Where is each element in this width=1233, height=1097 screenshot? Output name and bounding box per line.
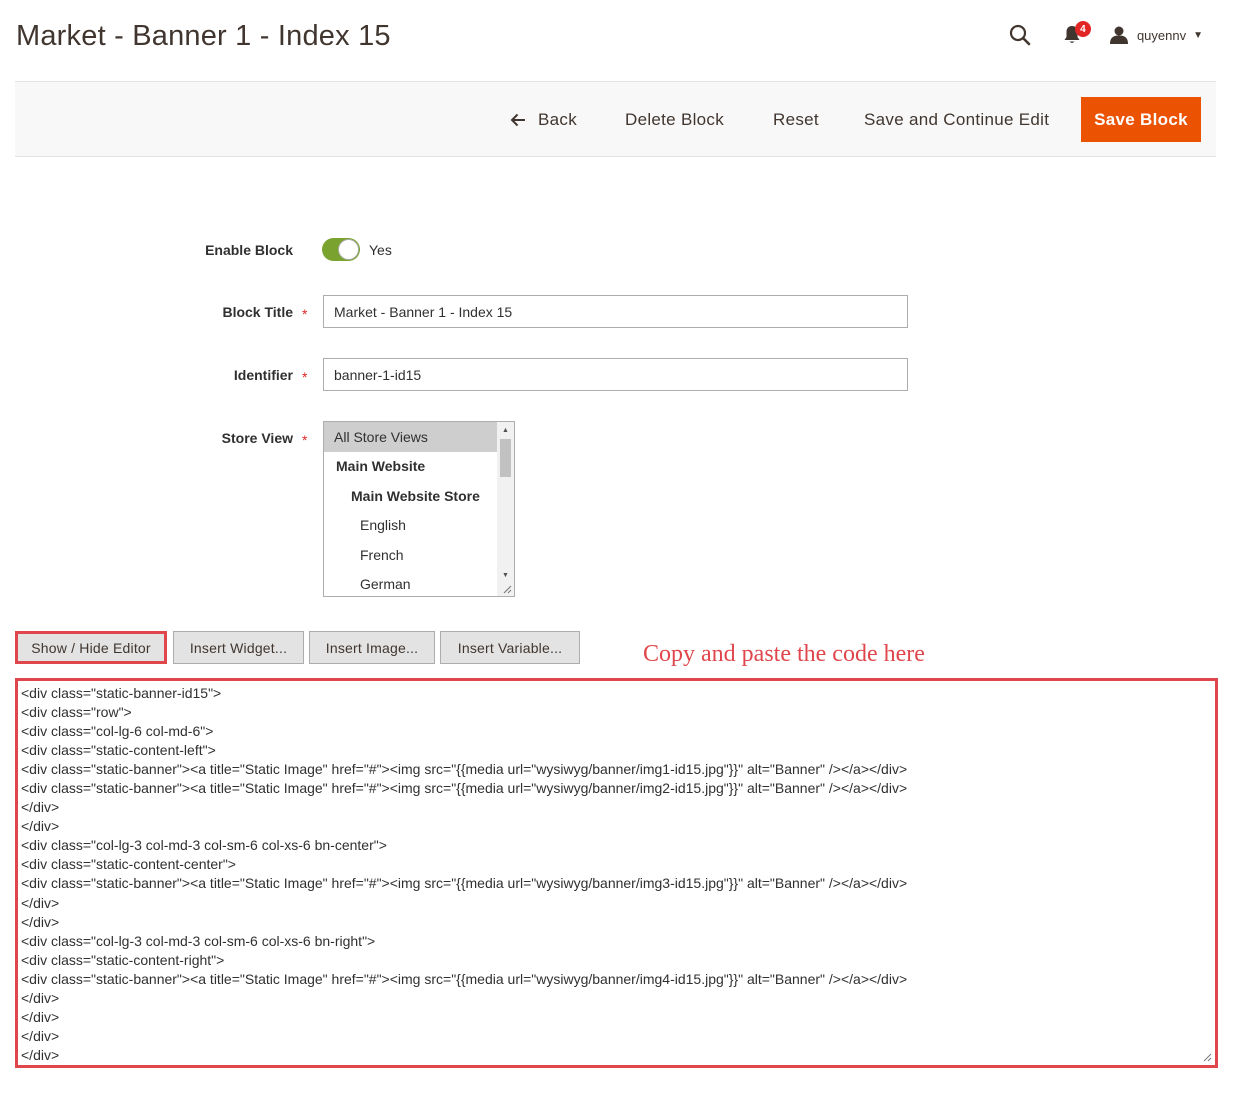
user-account-menu[interactable]: quyennv ▼: [1109, 26, 1203, 44]
store-view-option[interactable]: German: [324, 570, 498, 597]
scroll-up-icon[interactable]: ▲: [497, 422, 514, 438]
store-view-scrollbar[interactable]: ▲ ▼: [497, 422, 514, 596]
user-icon: [1109, 26, 1129, 44]
show-hide-editor-button[interactable]: Show / Hide Editor: [15, 631, 167, 664]
scroll-down-icon[interactable]: ▼: [497, 567, 514, 583]
search-icon[interactable]: [1003, 18, 1037, 52]
content-editor-code[interactable]: <div class="static-banner-id15"> <div cl…: [21, 684, 1215, 1065]
store-view-option[interactable]: All Store Views: [324, 422, 498, 452]
content-editor-textarea[interactable]: <div class="static-banner-id15"> <div cl…: [15, 678, 1218, 1068]
toggle-knob: [338, 239, 359, 260]
store-view-label: Store View: [221, 430, 293, 446]
annotation-note: Copy and paste the code here: [643, 641, 925, 667]
resize-handle-icon[interactable]: [1202, 1052, 1212, 1062]
enable-block-value: Yes: [369, 242, 392, 258]
arrow-left-icon: [510, 113, 526, 127]
required-asterisk-icon: *: [302, 432, 308, 448]
back-button-label: Back: [538, 110, 577, 129]
username: quyennv: [1136, 27, 1187, 43]
insert-widget-button[interactable]: Insert Widget...: [173, 631, 304, 664]
enable-block-toggle[interactable]: [322, 238, 360, 261]
required-asterisk-icon: *: [302, 369, 308, 385]
store-view-option[interactable]: French: [324, 540, 498, 570]
page-title: Market - Banner 1 - Index 15: [16, 20, 391, 52]
scrollbar-thumb[interactable]: [500, 439, 511, 477]
page-actions-bar: Back Delete Block Reset Save and Continu…: [15, 81, 1216, 157]
back-button[interactable]: Back: [510, 82, 577, 158]
resize-handle-icon[interactable]: [502, 584, 512, 594]
reset-button[interactable]: Reset: [773, 82, 819, 158]
insert-variable-button[interactable]: Insert Variable...: [440, 631, 580, 664]
save-block-button[interactable]: Save Block: [1081, 97, 1201, 142]
store-view-options: All Store Views Main Website Main Website …: [324, 422, 498, 597]
store-view-option[interactable]: English: [324, 511, 498, 541]
block-title-input[interactable]: [323, 295, 908, 328]
block-title-label: Block Title: [222, 304, 293, 320]
store-view-multiselect[interactable]: All Store Views Main Website Main Website …: [323, 421, 515, 597]
identifier-input[interactable]: [323, 358, 908, 391]
identifier-label: Identifier: [233, 367, 293, 383]
insert-image-button[interactable]: Insert Image...: [309, 631, 435, 664]
store-view-option[interactable]: Main Website Store: [324, 481, 498, 511]
required-asterisk-icon: *: [302, 306, 308, 322]
chevron-down-icon: ▼: [1193, 29, 1203, 41]
delete-block-button[interactable]: Delete Block: [625, 82, 724, 158]
save-and-continue-button[interactable]: Save and Continue Edit: [864, 82, 1049, 158]
notification-count-badge: 4: [1074, 21, 1091, 37]
store-view-option[interactable]: Main Website: [324, 452, 498, 482]
notifications-bell-icon[interactable]: 4: [1055, 18, 1091, 52]
header-actions: 4 quyennv ▼: [1003, 18, 1203, 52]
enable-block-label: Enable Block: [205, 242, 293, 258]
